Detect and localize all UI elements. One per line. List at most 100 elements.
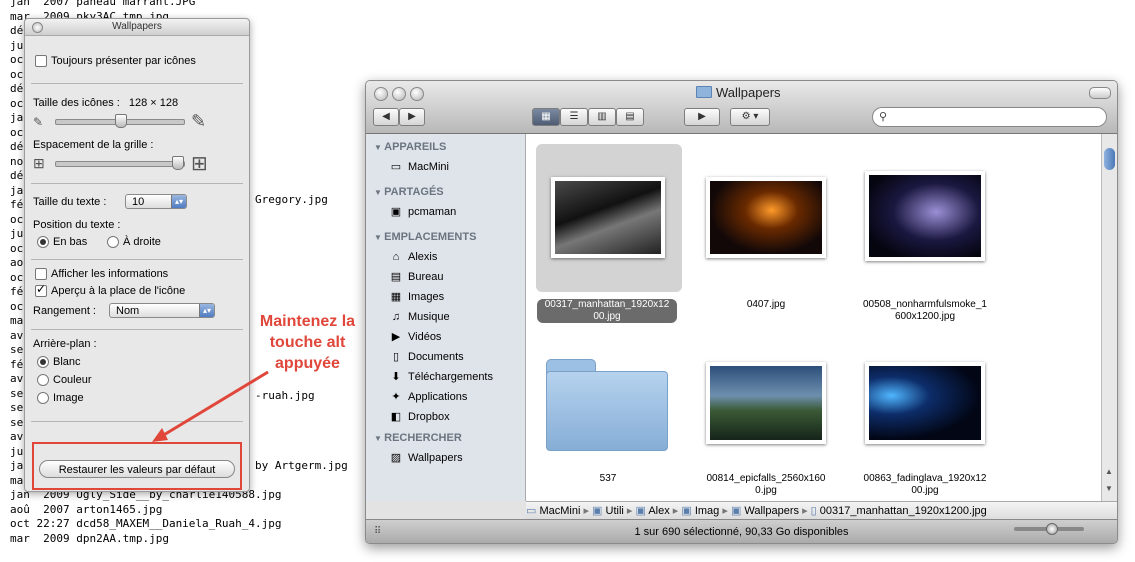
text-bottom-option[interactable]: En bas xyxy=(37,236,87,249)
path-segment[interactable]: Utili xyxy=(606,505,624,517)
sidebar-item-label: pcmaman xyxy=(408,206,457,218)
text-right-radio[interactable] xyxy=(107,236,119,249)
palette-titlebar[interactable]: Wallpapers xyxy=(25,19,249,36)
show-info-option[interactable]: Afficher les informations xyxy=(35,268,168,281)
coverflow-view-button[interactable]: ▤ xyxy=(616,108,644,126)
back-button[interactable]: ◀ xyxy=(373,108,399,126)
path-segment[interactable]: MacMini xyxy=(539,505,580,517)
sidebar-item-pcmaman[interactable]: ▣ pcmaman xyxy=(388,204,457,220)
disclosure-triangle-icon[interactable]: ▼ xyxy=(374,143,384,152)
divider xyxy=(31,421,243,422)
preview-icon-checkbox[interactable] xyxy=(35,282,47,298)
toolbar-toggle-button[interactable] xyxy=(1089,87,1111,99)
sidebar-item-label: Wallpapers xyxy=(408,452,463,464)
grid-spacing-slider[interactable] xyxy=(55,161,185,167)
shared-computer-icon: ▣ xyxy=(390,206,402,218)
quicklook-button[interactable]: ▶ xyxy=(684,108,720,126)
divider xyxy=(31,329,243,330)
always-icons-option[interactable]: Toujours présenter par icônes xyxy=(35,55,196,68)
disclosure-triangle-icon[interactable]: ▼ xyxy=(374,233,384,242)
list-view-button[interactable]: ☰ xyxy=(560,108,588,126)
sidebar-section-header[interactable]: ▼ APPAREILS xyxy=(374,141,446,153)
path-separator-icon: ▸ xyxy=(623,505,636,517)
bg-white-option[interactable]: Blanc xyxy=(37,356,81,369)
search-field[interactable]: ⚲ xyxy=(872,107,1107,127)
always-icons-label: Toujours présenter par icônes xyxy=(51,55,196,67)
bg-color-radio[interactable] xyxy=(37,374,49,387)
file-label[interactable]: 00814_epicfalls_2560x160 0.jpg xyxy=(696,473,836,497)
bg-image-radio[interactable] xyxy=(37,392,49,405)
file-label[interactable]: 00863_fadinglava_1920x12 00.jpg xyxy=(855,473,995,497)
close-button[interactable] xyxy=(374,87,388,101)
file-label-selected[interactable]: 00317_manhattan_1920x12 00.jpg xyxy=(537,299,677,323)
file-thumbnail-epicfalls[interactable] xyxy=(706,362,826,444)
icon-size-slider-knob[interactable] xyxy=(115,114,127,128)
minimize-button[interactable] xyxy=(392,87,406,101)
terminal-line: oct 22:27 dcd58_MAXEM__Daniela_Ruah_4.jp… xyxy=(10,517,282,530)
bg-white-radio[interactable] xyxy=(37,356,49,369)
scroll-thumb[interactable] xyxy=(1104,148,1115,170)
annotation-line-1: Maintenez la xyxy=(259,313,356,330)
file-label[interactable]: 00508_nonharmfulsmoke_1 600x1200.jpg xyxy=(855,299,995,323)
arrange-select[interactable]: Nom ▴▾ xyxy=(109,303,215,318)
forward-button[interactable]: ▶ xyxy=(399,108,425,126)
file-label[interactable]: 537 xyxy=(538,473,678,485)
text-position-label: Position du texte : xyxy=(33,219,121,231)
popup-arrows-icon: ▴▾ xyxy=(199,304,214,317)
file-label[interactable]: 0407.jpg xyxy=(696,299,836,311)
always-icons-checkbox[interactable] xyxy=(35,55,47,68)
text-right-option[interactable]: À droite xyxy=(107,236,161,249)
show-info-checkbox[interactable] xyxy=(35,268,47,281)
file-thumbnail-manhattan[interactable] xyxy=(551,177,665,258)
bg-image-option[interactable]: Image xyxy=(37,392,84,405)
sidebar-section-header[interactable]: ▼ RECHERCHER xyxy=(374,432,462,444)
preview-icon-option[interactable]: Aperçu à la place de l'icône xyxy=(35,282,185,298)
file-thumbnail-0407[interactable] xyxy=(706,177,826,258)
text-bottom-radio[interactable] xyxy=(37,236,49,249)
sidebar-item-macmini[interactable]: ▭ MacMini xyxy=(388,159,449,175)
finder-toolbar: Wallpapers ◀ ▶ ▦ ☰ ▥ ▤ ▶ ⚙ ▾ ⚲ xyxy=(366,81,1117,134)
vertical-scrollbar[interactable]: ▲ ▼ xyxy=(1101,134,1117,501)
sidebar-header-label: PARTAGÉS xyxy=(384,186,444,198)
scroll-up-icon[interactable]: ▲ xyxy=(1105,467,1113,476)
path-segment[interactable]: Imag xyxy=(695,505,719,517)
sidebar-item-musique[interactable]: ♫ Musique xyxy=(388,309,450,325)
icon-size-label: Taille des icônes : xyxy=(33,97,120,109)
file-thumbnail-smoke[interactable] xyxy=(865,171,985,261)
status-bar: ⠿ 1 sur 690 sélectionné, 90,33 Go dispon… xyxy=(366,519,1117,543)
arrange-value: Nom xyxy=(116,305,140,317)
palette-close-button[interactable] xyxy=(32,22,43,33)
file-thumbnail-fadinglava[interactable] xyxy=(865,362,985,444)
sidebar-item-images[interactable]: ▦ Images xyxy=(388,289,444,305)
icon-size-slider-knob[interactable] xyxy=(1046,523,1058,535)
path-segment[interactable]: Wallpapers xyxy=(744,505,799,517)
column-view-button[interactable]: ▥ xyxy=(588,108,616,126)
sidebar-item-alexis[interactable]: ⌂ Alexis xyxy=(388,249,438,265)
sidebar-item-dropbox[interactable]: ◧ Dropbox xyxy=(388,409,450,425)
text-size-select[interactable]: 10 ▴▾ xyxy=(125,194,187,209)
scroll-down-icon[interactable]: ▼ xyxy=(1105,484,1113,493)
sidebar-item-téléchargements[interactable]: ⬇ Téléchargements xyxy=(388,369,493,385)
sidebar-section-header[interactable]: ▼ EMPLACEMENTS xyxy=(374,231,476,243)
icon-view-button[interactable]: ▦ xyxy=(532,108,560,126)
file-icon: ▯ xyxy=(810,505,820,517)
file-name-line1: 0407.jpg xyxy=(746,299,786,310)
sidebar-section-header[interactable]: ▼ PARTAGÉS xyxy=(374,186,444,198)
path-segment[interactable]: 00317_manhattan_1920x1200.jpg xyxy=(820,505,987,517)
sidebar-item-applications[interactable]: ✦ Applications xyxy=(388,389,467,405)
folder-icon[interactable] xyxy=(546,359,668,451)
sidebar-item-wallpapers[interactable]: ▨ Wallpapers xyxy=(388,450,463,466)
documents-icon: ▯ xyxy=(392,351,400,363)
sidebar-item-bureau[interactable]: ▤ Bureau xyxy=(388,269,444,285)
grid-spacing-slider-knob[interactable] xyxy=(172,156,184,170)
sidebar-item-documents[interactable]: ▯ Documents xyxy=(388,349,464,365)
bg-color-option[interactable]: Couleur xyxy=(37,374,92,387)
disclosure-triangle-icon[interactable]: ▼ xyxy=(374,188,384,197)
sidebar-header-label: RECHERCHER xyxy=(384,432,462,444)
disclosure-triangle-icon[interactable]: ▼ xyxy=(374,434,384,443)
sidebar-item-vidéos[interactable]: ▶ Vidéos xyxy=(388,329,442,345)
folder-icon: ▣ xyxy=(730,505,745,517)
zoom-button[interactable] xyxy=(410,87,424,101)
path-segment[interactable]: Alex xyxy=(648,505,669,517)
action-menu-button[interactable]: ⚙ ▾ xyxy=(730,108,770,126)
